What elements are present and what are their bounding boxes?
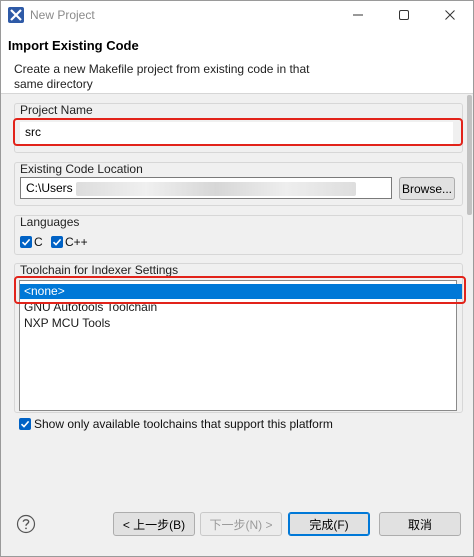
page-description: Create a new Makefile project from exist… bbox=[14, 62, 310, 91]
scrollbar-thumb[interactable] bbox=[467, 95, 472, 215]
window-title: New Project bbox=[30, 8, 95, 22]
code-location-value: C:\Users bbox=[26, 181, 73, 195]
title-bar: New Project bbox=[1, 1, 473, 29]
language-c-label: C bbox=[34, 235, 43, 249]
finish-button[interactable]: 完成(F) bbox=[288, 512, 370, 536]
minimize-button[interactable] bbox=[335, 1, 381, 29]
redacted-path bbox=[76, 182, 356, 196]
cancel-button[interactable]: 取消 bbox=[379, 512, 461, 536]
wizard-content: Project Name src Existing Code Location … bbox=[1, 95, 473, 509]
languages-label: Languages bbox=[20, 215, 80, 229]
platform-filter-checkbox[interactable] bbox=[19, 418, 31, 430]
platform-filter-label: Show only available toolchains that supp… bbox=[34, 417, 333, 431]
maximize-button[interactable] bbox=[381, 1, 427, 29]
browse-button[interactable]: Browse... bbox=[399, 177, 455, 200]
back-button[interactable]: < 上一步(B) bbox=[113, 512, 195, 536]
close-icon bbox=[445, 10, 455, 20]
help-button[interactable] bbox=[16, 514, 36, 534]
new-project-window: New Project Import Existing Code Create … bbox=[0, 0, 474, 557]
wizard-footer: < 上一步(B) 下一步(N) > 完成(F) 取消 bbox=[1, 509, 473, 556]
page-title: Import Existing Code bbox=[8, 38, 139, 53]
toolchain-item-nxp-mcu[interactable]: NXP MCU Tools bbox=[20, 316, 462, 331]
language-cpp-checkbox[interactable] bbox=[51, 236, 63, 248]
checkmark-icon bbox=[20, 420, 30, 428]
code-location-label: Existing Code Location bbox=[20, 162, 143, 176]
language-c-checkbox[interactable] bbox=[20, 236, 32, 248]
app-icon bbox=[8, 7, 24, 23]
wizard-header: Import Existing Code Create a new Makefi… bbox=[1, 29, 473, 94]
checkmark-icon bbox=[21, 238, 31, 246]
content-scrollbar[interactable] bbox=[466, 95, 473, 509]
checkmark-icon bbox=[52, 238, 62, 246]
minimize-icon bbox=[353, 14, 363, 16]
next-button[interactable]: 下一步(N) > bbox=[200, 512, 282, 536]
maximize-icon bbox=[399, 10, 409, 20]
toolchain-label: Toolchain for Indexer Settings bbox=[20, 263, 179, 277]
help-icon bbox=[16, 514, 36, 534]
toolchain-highlight bbox=[14, 276, 466, 304]
close-button[interactable] bbox=[427, 1, 473, 29]
project-name-label: Project Name bbox=[20, 103, 93, 117]
language-cpp-label: C++ bbox=[65, 235, 88, 249]
project-name-highlight bbox=[13, 118, 463, 146]
